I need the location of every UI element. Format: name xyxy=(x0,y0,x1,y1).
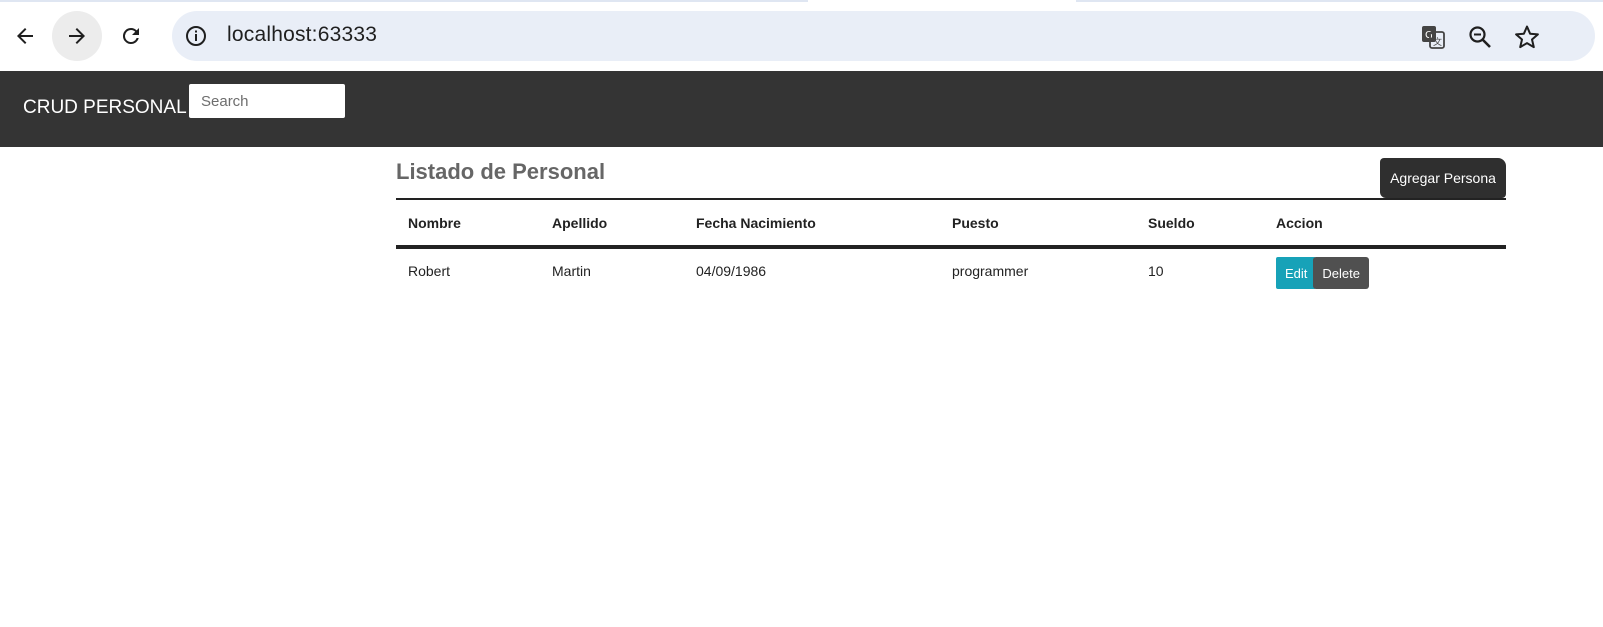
header-accion: Accion xyxy=(1264,198,1506,249)
brand-title[interactable]: CRUD PERSONAL xyxy=(23,97,187,119)
reload-icon xyxy=(122,27,139,44)
cell-puesto: programmer xyxy=(952,263,1029,279)
translate-icon: G 文 xyxy=(1422,26,1445,49)
page-title: Listado de Personal xyxy=(396,159,606,184)
zoom-button[interactable] xyxy=(1467,24,1493,50)
search-input[interactable] xyxy=(189,84,345,118)
table-header-row: Nombre Apellido Fecha Nacimiento Puesto … xyxy=(396,198,1506,249)
cell-accion: Edit Delete xyxy=(1264,247,1506,303)
header-apellido: Apellido xyxy=(540,198,684,249)
browser-toolbar: localhost:63333 G 文 xyxy=(0,0,1603,71)
arrow-left-icon xyxy=(17,28,33,44)
reload-button[interactable] xyxy=(106,11,156,61)
address-bar[interactable]: localhost:63333 G 文 xyxy=(172,11,1595,61)
svg-text:文: 文 xyxy=(1433,36,1442,48)
info-icon[interactable] xyxy=(184,24,208,48)
table-row: Robert Martin 04/09/1986 programmer 10 E… xyxy=(396,247,1506,303)
cell-apellido: Martin xyxy=(552,263,591,279)
app-navbar: CRUD PERSONAL xyxy=(0,71,1603,147)
bookmark-button[interactable] xyxy=(1514,24,1540,50)
delete-button[interactable]: Delete xyxy=(1313,257,1369,289)
cell-fecha-nacimiento: 04/09/1986 xyxy=(696,263,767,279)
tab-strip-divider xyxy=(0,0,1603,2)
arrow-right-icon xyxy=(69,28,85,44)
back-button[interactable] xyxy=(0,11,50,61)
header-sueldo: Sueldo xyxy=(1136,198,1264,249)
cell-sueldo: 10 xyxy=(1148,263,1164,279)
cell-nombre: Robert xyxy=(408,263,451,279)
header-nombre: Nombre xyxy=(396,198,540,249)
add-person-button[interactable]: Agregar Persona xyxy=(1380,158,1506,198)
header-fecha-nacimiento: Fecha Nacimiento xyxy=(684,198,940,249)
forward-button[interactable] xyxy=(52,11,102,61)
zoom-out-icon xyxy=(1469,26,1491,48)
header-puesto: Puesto xyxy=(940,198,1136,249)
url-text[interactable]: localhost:63333 xyxy=(227,23,377,47)
translate-button[interactable]: G 文 xyxy=(1420,24,1446,50)
personal-table: Nombre Apellido Fecha Nacimiento Puesto … xyxy=(396,198,1506,303)
star-icon xyxy=(1515,25,1539,49)
edit-button[interactable]: Edit xyxy=(1276,257,1317,289)
